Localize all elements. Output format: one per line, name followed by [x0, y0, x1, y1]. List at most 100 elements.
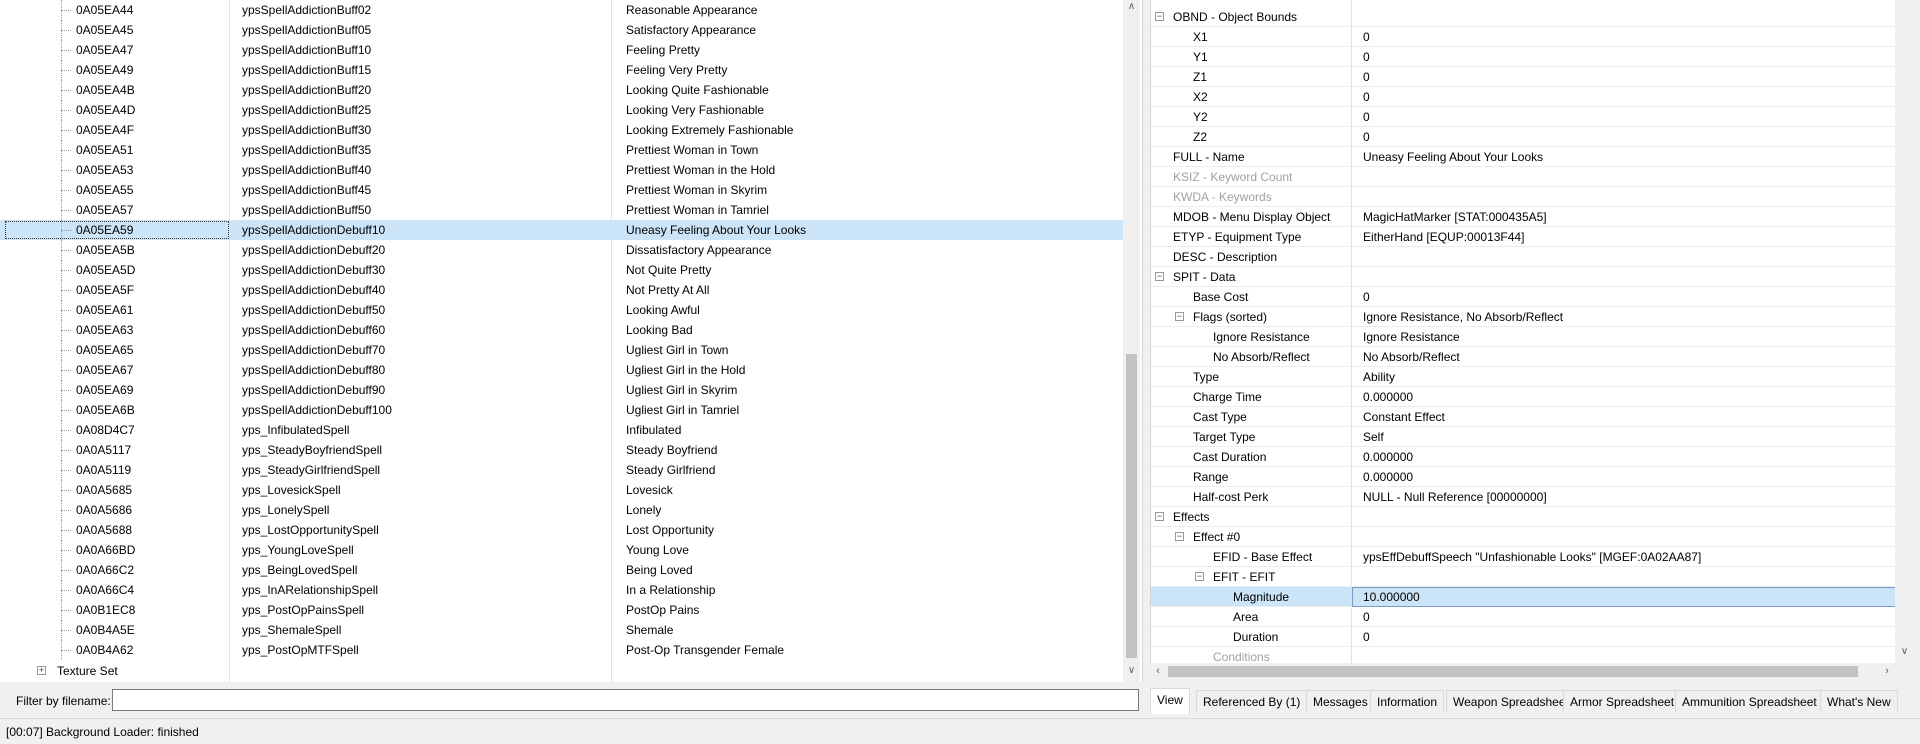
tab-weapon-spreadsheet[interactable]: Weapon Spreadsheet: [1446, 690, 1576, 712]
record-row[interactable]: 0A05EA5D ypsSpellAddictionDebuff30 Not Qui…: [0, 260, 1123, 280]
field-value[interactable]: Self: [1363, 430, 1384, 444]
field-value[interactable]: Ability: [1363, 370, 1395, 384]
record-field-row[interactable]: Y1 0: [1151, 47, 1895, 67]
record-field-row[interactable]: Range 0.000000: [1151, 467, 1895, 487]
record-row[interactable]: 0A0B4A5E yps_ShemaleSpell Shemale: [0, 620, 1123, 640]
chevron-down-icon[interactable]: ∨: [1899, 646, 1910, 660]
record-field-row[interactable]: DESC - Description: [1151, 247, 1895, 267]
record-field-row[interactable]: KWDA - Keywords: [1151, 187, 1895, 207]
record-field-row[interactable]: ETYP - Equipment Type EitherHand [EQUP:00…: [1151, 227, 1895, 247]
record-row[interactable]: 0A0A66C2 yps_BeingLovedSpell Being Loved: [0, 560, 1123, 580]
record-row[interactable]: 0A05EA5B ypsSpellAddictionDebuff20 Dissati…: [0, 240, 1123, 260]
record-row[interactable]: 0A0A66BD yps_YoungLoveSpell Young Love: [0, 540, 1123, 560]
record-field-row[interactable]: MDOB - Menu Display Object MagicHatMarker…: [1151, 207, 1895, 227]
record-row[interactable]: 0A05EA67 ypsSpellAddictionDebuff80 Ugliest…: [0, 360, 1123, 380]
record-field-row[interactable]: Half-cost Perk NULL - Null Reference [000…: [1151, 487, 1895, 507]
record-field-row[interactable]: − OBND - Object Bounds: [1151, 7, 1895, 27]
record-row[interactable]: 0A05EA59 ypsSpellAddictionDebuff10 Uneasy …: [0, 220, 1123, 240]
record-field-row[interactable]: Z2 0: [1151, 127, 1895, 147]
field-value[interactable]: MagicHatMarker [STAT:000435A5]: [1363, 210, 1547, 224]
record-field-row[interactable]: − Effects: [1151, 507, 1895, 527]
record-field-row[interactable]: X2 0: [1151, 87, 1895, 107]
record-row[interactable]: 0A05EA55 ypsSpellAddictionBuff45 Prettiest…: [0, 180, 1123, 200]
collapse-icon[interactable]: −: [1195, 572, 1204, 581]
record-row[interactable]: 0A0A5685 yps_LovesickSpell Lovesick: [0, 480, 1123, 500]
value-editor-box[interactable]: [1352, 587, 1895, 607]
record-row[interactable]: 0A05EA5F ypsSpellAddictionDebuff40 Not Pre…: [0, 280, 1123, 300]
record-field-row[interactable]: Area 0: [1151, 607, 1895, 627]
collapse-icon[interactable]: −: [1175, 312, 1184, 321]
record-row[interactable]: 0A05EA4D ypsSpellAddictionBuff25 Looking V…: [0, 100, 1123, 120]
record-row[interactable]: 0A05EA49 ypsSpellAddictionBuff15 Feeling V…: [0, 60, 1123, 80]
record-field-row[interactable]: Base Cost 0: [1151, 287, 1895, 307]
record-field-row[interactable]: EFID - Base Effect ypsEffDebuffSpeech "Un…: [1151, 547, 1895, 567]
record-field-row[interactable]: Duration 0: [1151, 627, 1895, 647]
chevron-up-icon[interactable]: ∧: [1126, 0, 1137, 14]
chevron-right-icon[interactable]: ›: [1879, 663, 1895, 680]
field-value[interactable]: 0: [1363, 70, 1370, 84]
field-value[interactable]: 0: [1363, 290, 1370, 304]
record-field-row[interactable]: − SPIT - Data: [1151, 267, 1895, 287]
scroll-thumb[interactable]: [1168, 666, 1858, 677]
record-row[interactable]: 0A08D4C7 yps_InfibulatedSpell Infibulated: [0, 420, 1123, 440]
record-row[interactable]: 0A05EA53 ypsSpellAddictionBuff40 Prettiest…: [0, 160, 1123, 180]
record-field-row[interactable]: Charge Time 0.000000: [1151, 387, 1895, 407]
record-field-row[interactable]: Target Type Self: [1151, 427, 1895, 447]
record-row[interactable]: 0A05EA6B ypsSpellAddictionDebuff100 Uglies…: [0, 400, 1123, 420]
field-value[interactable]: 0: [1363, 130, 1370, 144]
field-value[interactable]: 10.000000: [1363, 590, 1420, 604]
field-value[interactable]: 0: [1363, 30, 1370, 44]
record-field-row[interactable]: Type Ability: [1151, 367, 1895, 387]
record-row[interactable]: 0A05EA47 ypsSpellAddictionBuff10 Feeling P…: [0, 40, 1123, 60]
record-row[interactable]: 0A05EA4B ypsSpellAddictionBuff20 Looking Q…: [0, 80, 1123, 100]
field-value[interactable]: Uneasy Feeling About Your Looks: [1363, 150, 1543, 164]
tab-ammunition-spreadsheet[interactable]: Ammunition Spreadsheet: [1675, 690, 1824, 712]
record-row[interactable]: 0A0A5688 yps_LostOpportunitySpell Lost Opp…: [0, 520, 1123, 540]
record-field-row[interactable]: Z1 0: [1151, 67, 1895, 87]
record-list-scrollbar[interactable]: ∧ ∨: [1123, 0, 1140, 682]
field-value[interactable]: 0: [1363, 630, 1370, 644]
tab-messages[interactable]: Messages: [1306, 690, 1375, 712]
field-value[interactable]: EitherHand [EQUP:00013F44]: [1363, 230, 1524, 244]
record-field-row[interactable]: − Effect #0: [1151, 527, 1895, 547]
field-value[interactable]: ypsEffDebuffSpeech "Unfashionable Looks"…: [1363, 550, 1701, 564]
record-row[interactable]: 0A05EA45 ypsSpellAddictionBuff05 Satisfact…: [0, 20, 1123, 40]
record-field-row[interactable]: X1 0: [1151, 27, 1895, 47]
record-view-vscrollbar[interactable]: ∨: [1896, 0, 1913, 663]
record-field-row[interactable]: Y2 0: [1151, 107, 1895, 127]
field-value[interactable]: Ignore Resistance: [1363, 330, 1460, 344]
record-field-row[interactable]: FULL - Name Uneasy Feeling About Your Loo…: [1151, 147, 1895, 167]
chevron-left-icon[interactable]: ‹: [1150, 663, 1166, 680]
tab-referenced-by-1[interactable]: Referenced By (1): [1196, 690, 1308, 712]
record-row[interactable]: 0A05EA61 ypsSpellAddictionDebuff50 Looking…: [0, 300, 1123, 320]
record-row[interactable]: 0A05EA51 ypsSpellAddictionBuff35 Prettiest…: [0, 140, 1123, 160]
record-view-hscrollbar[interactable]: ‹ ›: [1150, 663, 1895, 680]
field-value[interactable]: Ignore Resistance, No Absorb/Reflect: [1363, 310, 1563, 324]
tab-information[interactable]: Information: [1370, 690, 1445, 712]
record-field-row[interactable]: Cast Duration 0.000000: [1151, 447, 1895, 467]
collapse-icon[interactable]: −: [1155, 272, 1164, 281]
field-value[interactable]: 0: [1363, 50, 1370, 64]
record-field-row[interactable]: Conditions: [1151, 647, 1895, 663]
expand-icon[interactable]: +: [37, 666, 46, 675]
tab-view[interactable]: View: [1150, 688, 1190, 714]
record-row[interactable]: 0A0B1EC8 yps_PostOpPainsSpell PostOp Pains: [0, 600, 1123, 620]
field-value[interactable]: 0.000000: [1363, 470, 1413, 484]
tree-group-texture-set[interactable]: + Texture Set: [0, 661, 1123, 681]
record-field-row[interactable]: Magnitude 10.000000: [1151, 587, 1895, 607]
tab-armor-spreadsheet[interactable]: Armor Spreadsheet: [1563, 690, 1682, 712]
collapse-icon[interactable]: −: [1155, 512, 1164, 521]
field-value[interactable]: No Absorb/Reflect: [1363, 350, 1460, 364]
record-field-row[interactable]: Ignore Resistance Ignore Resistance: [1151, 327, 1895, 347]
collapse-icon[interactable]: −: [1155, 12, 1164, 21]
chevron-down-icon[interactable]: ∨: [1126, 664, 1137, 678]
record-row[interactable]: 0A05EA63 ypsSpellAddictionDebuff60 Looking…: [0, 320, 1123, 340]
field-value[interactable]: 0: [1363, 110, 1370, 124]
field-value[interactable]: 0: [1363, 90, 1370, 104]
record-field-row[interactable]: No Absorb/Reflect No Absorb/Reflect: [1151, 347, 1895, 367]
record-row[interactable]: 0A0A66C4 yps_InARelationshipSpell In a Rel…: [0, 580, 1123, 600]
record-field-row[interactable]: − EFIT - EFIT: [1151, 567, 1895, 587]
record-row[interactable]: 0A0A5117 yps_SteadyBoyfriendSpell Steady B…: [0, 440, 1123, 460]
record-row[interactable]: 0A05EA4F ypsSpellAddictionBuff30 Looking E…: [0, 120, 1123, 140]
record-row[interactable]: 0A05EA57 ypsSpellAddictionBuff50 Prettiest…: [0, 200, 1123, 220]
